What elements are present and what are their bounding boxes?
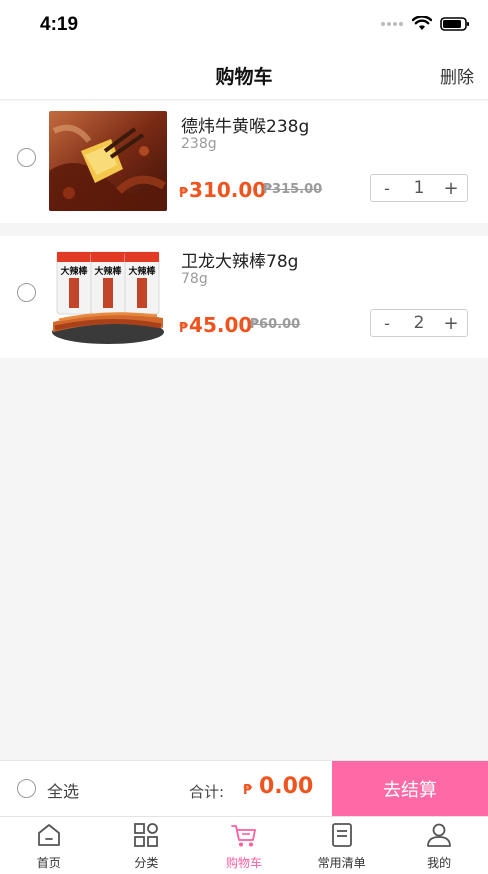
product-image[interactable]: 大辣棒 大辣棒 大辣棒 bbox=[49, 246, 167, 346]
quantity-value[interactable]: 2 bbox=[403, 313, 435, 333]
product-spec: 238g bbox=[181, 136, 217, 152]
tab-list[interactable]: 常用清单 bbox=[293, 817, 391, 874]
tab-bar: 首页 分类 购物车 常用清单 我的 bbox=[0, 816, 488, 874]
product-spec: 78g bbox=[181, 271, 208, 287]
checkout-button[interactable]: 去结算 bbox=[332, 761, 488, 817]
item-select-radio[interactable] bbox=[17, 283, 36, 302]
tripe-image bbox=[49, 111, 167, 211]
tab-label: 我的 bbox=[427, 856, 452, 870]
category-icon bbox=[134, 823, 159, 847]
package-text: 大辣棒 bbox=[128, 265, 156, 277]
decrease-button[interactable]: - bbox=[371, 314, 403, 333]
product-name[interactable]: 德炜牛黄喉238g bbox=[181, 112, 309, 137]
nav-bar: 购物车 删除 bbox=[0, 50, 488, 100]
delete-button[interactable]: 删除 bbox=[440, 63, 474, 88]
home-icon bbox=[37, 824, 60, 846]
tab-label: 常用清单 bbox=[317, 856, 366, 870]
status-bar: 4:19 bbox=[0, 0, 488, 50]
price-currency: ₱ bbox=[179, 321, 189, 336]
package-text: 大辣棒 bbox=[94, 265, 122, 277]
select-all-radio[interactable] bbox=[17, 779, 36, 798]
tab-cart[interactable]: 购物车 bbox=[195, 817, 293, 874]
cart-item: 德炜牛黄喉238g 238g ₱ 310.00 ₱315.00 - 1 + bbox=[0, 101, 488, 223]
spicy-strip-image: 大辣棒 大辣棒 大辣棒 bbox=[49, 246, 167, 346]
signal-icon bbox=[381, 21, 403, 26]
tab-label: 分类 bbox=[134, 856, 159, 870]
package-text: 大辣棒 bbox=[60, 265, 88, 277]
quantity-stepper: - 1 + bbox=[370, 174, 468, 202]
price-value: 310.00 bbox=[189, 178, 267, 202]
cart-icon bbox=[231, 825, 256, 847]
select-all-label[interactable]: 全选 bbox=[47, 778, 79, 802]
total-value: 0.00 bbox=[259, 774, 314, 799]
product-price: ₱ 45.00 bbox=[179, 313, 252, 337]
quantity-value[interactable]: 1 bbox=[403, 178, 435, 198]
product-price: ₱ 310.00 bbox=[179, 178, 266, 202]
price-currency: ₱ bbox=[179, 186, 189, 201]
increase-button[interactable]: + bbox=[435, 313, 467, 334]
item-select-radio[interactable] bbox=[17, 148, 36, 167]
increase-button[interactable]: + bbox=[435, 178, 467, 199]
wifi-icon bbox=[412, 16, 432, 30]
cart-item: 大辣棒 大辣棒 大辣棒 卫龙大辣棒78g 78g ₱ 45.00 ₱60.00 … bbox=[0, 236, 488, 358]
tab-profile[interactable]: 我的 bbox=[390, 817, 488, 874]
tab-category[interactable]: 分类 bbox=[98, 817, 196, 874]
product-name[interactable]: 卫龙大辣棒78g bbox=[181, 247, 298, 272]
price-value: 45.00 bbox=[189, 313, 253, 337]
tab-home[interactable]: 首页 bbox=[0, 817, 98, 874]
profile-icon bbox=[427, 823, 452, 847]
original-price: ₱315.00 bbox=[263, 182, 323, 197]
tab-label: 购物车 bbox=[225, 856, 262, 870]
decrease-button[interactable]: - bbox=[371, 179, 403, 198]
quantity-stepper: - 2 + bbox=[370, 309, 468, 337]
status-time: 4:19 bbox=[40, 14, 79, 35]
original-price: ₱60.00 bbox=[250, 317, 301, 332]
page-title: 购物车 bbox=[215, 66, 273, 88]
list-icon bbox=[331, 823, 352, 847]
product-image[interactable] bbox=[49, 111, 167, 211]
tab-label: 首页 bbox=[36, 856, 61, 870]
checkout-bar: 全选 合计: ₱ 0.00 去结算 bbox=[0, 760, 488, 817]
total-label: 合计: bbox=[189, 783, 225, 801]
battery-icon bbox=[440, 16, 469, 31]
total-currency: ₱ bbox=[243, 783, 253, 798]
status-indicators bbox=[380, 16, 470, 31]
